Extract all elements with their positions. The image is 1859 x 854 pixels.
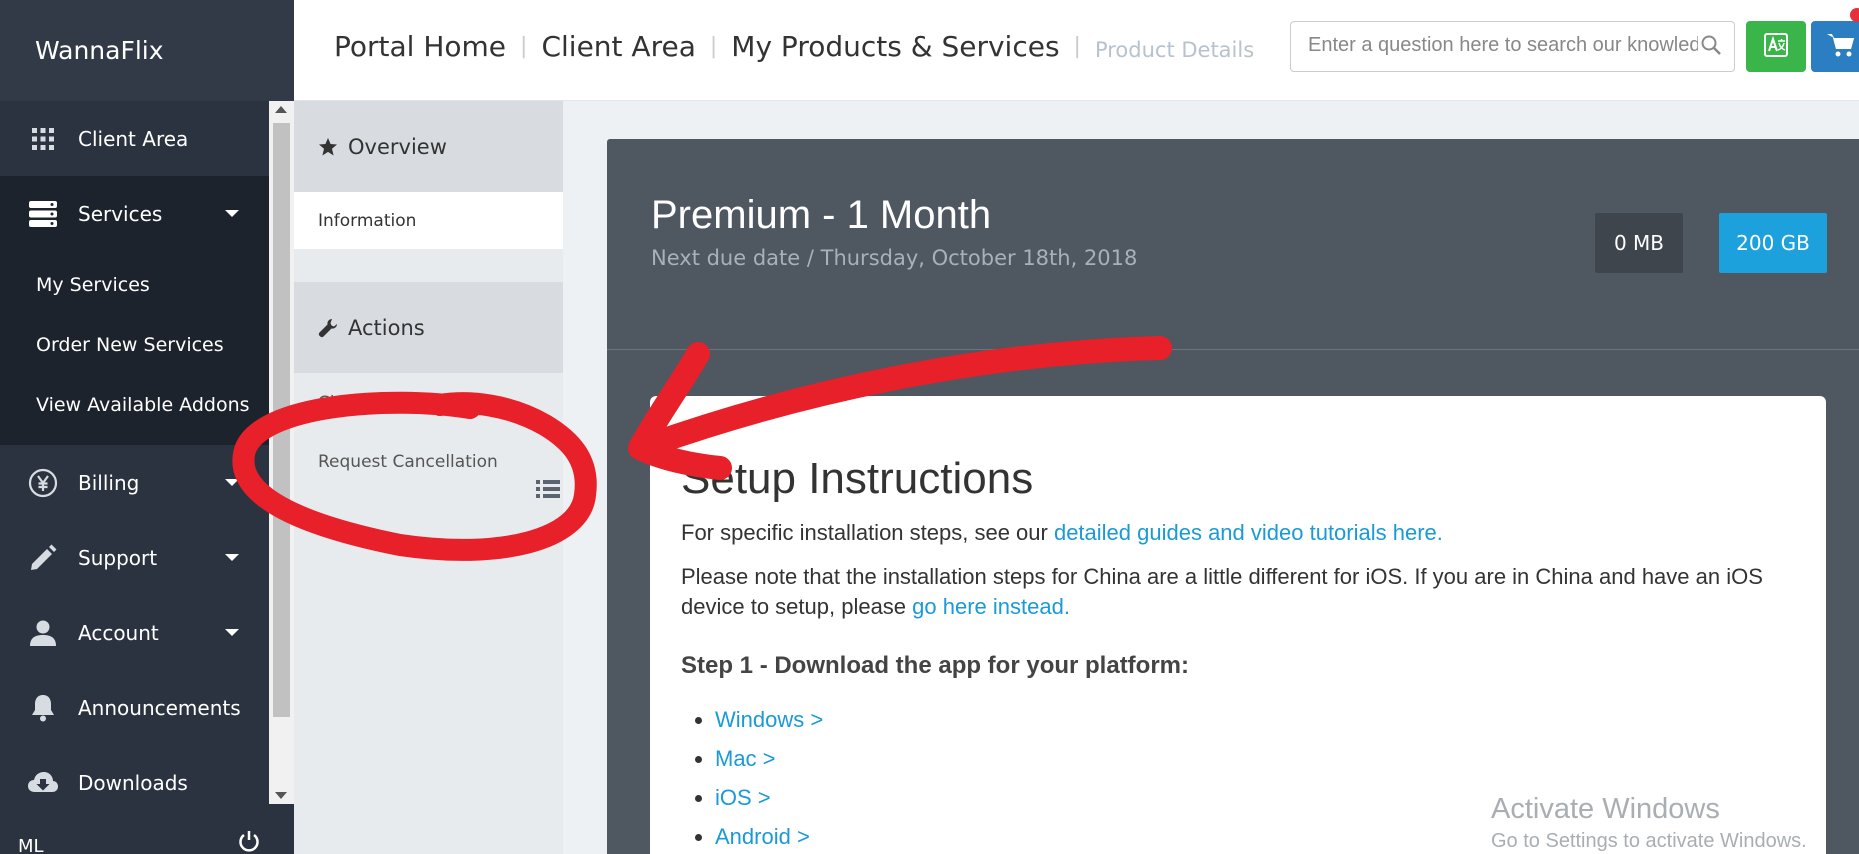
sidebar-item-services[interactable]: Services [0, 176, 269, 251]
user-bar: ML [0, 804, 294, 854]
panel-spacer [294, 249, 563, 282]
chevron-down-icon [225, 629, 239, 636]
action-request-cancellation[interactable]: Request Cancellation [294, 432, 563, 491]
sidebar-item-label: Downloads [78, 770, 188, 795]
overview-title: Overview [348, 134, 447, 159]
usage-badge: 0 MB [1595, 213, 1683, 273]
cloud-download-icon [22, 762, 64, 804]
user-icon [22, 612, 64, 654]
platform-link-windows[interactable]: Windows > [715, 707, 823, 732]
server-icon [22, 193, 64, 235]
chevron-down-icon [225, 554, 239, 561]
limit-badge: 200 GB [1719, 213, 1827, 273]
windows-activation-watermark: Activate Windows Go to Settings to activ… [1491, 793, 1807, 853]
platform-link-mac[interactable]: Mac > [715, 746, 776, 771]
scroll-up-arrow-icon[interactable] [275, 106, 287, 113]
sidebar-subitem-my-services[interactable]: My Services [0, 255, 269, 315]
search-icon[interactable] [1700, 34, 1722, 60]
list-item: Windows > [715, 700, 1826, 739]
sidebar-subitem-order-new-services[interactable]: Order New Services [0, 315, 269, 375]
wrench-icon [318, 318, 338, 338]
scroll-down-arrow-icon[interactable] [275, 792, 287, 799]
setup-instructions-card: Setup Instructions For specific installa… [650, 396, 1826, 854]
divider [607, 349, 1859, 350]
sidebar-item-announcements[interactable]: Announcements [0, 670, 269, 745]
chevron-down-icon [225, 479, 239, 486]
power-icon[interactable] [238, 830, 260, 854]
language-button[interactable] [1746, 21, 1806, 72]
platform-link-android[interactable]: Android > [715, 824, 810, 849]
sidebar-item-label: Account [78, 620, 159, 645]
list-item: Mac > [715, 739, 1826, 778]
grid-icon [22, 118, 64, 160]
sidebar-scrollbar[interactable] [269, 101, 294, 804]
overview-header: Overview [294, 101, 563, 192]
cart-badge [1850, 8, 1859, 22]
platform-link-ios[interactable]: iOS > [715, 785, 771, 810]
breadcrumb-client-area[interactable]: Client Area [541, 30, 695, 63]
sidebar-item-account[interactable]: Account [0, 595, 269, 670]
list-toggle-icon[interactable] [536, 479, 560, 503]
sidebar-nav: Client Area Services My Services Order N… [0, 101, 269, 804]
panel-item-information[interactable]: Information [294, 192, 563, 249]
product-title: Premium - 1 Month [651, 193, 992, 237]
yen-icon [22, 462, 64, 504]
user-initials[interactable]: ML [18, 836, 44, 854]
cart-button[interactable] [1811, 21, 1859, 72]
sidebar-item-client-area[interactable]: Client Area [0, 101, 269, 176]
sidebar-subitem-view-available-addons[interactable]: View Available Addons [0, 375, 269, 435]
sidebar-item-label: Services [78, 201, 163, 226]
setup-paragraph-1: For specific installation steps, see our… [681, 518, 1811, 548]
action-change-password[interactable]: Change Password [294, 373, 563, 432]
setup-p1-text: For specific installation steps, see our [681, 520, 1054, 545]
star-icon [318, 137, 338, 157]
knowledgebase-search [1290, 21, 1735, 72]
actions-header: Actions [294, 282, 563, 373]
services-submenu: My Services Order New Services View Avai… [0, 251, 269, 445]
breadcrumb-current: Product Details [1094, 37, 1255, 62]
setup-p2-text: Please note that the installation steps … [681, 564, 1763, 619]
sidebar: WannaFlix Client Area Services My Servic… [0, 0, 294, 854]
step-1-heading: Step 1 - Download the app for your platf… [681, 652, 1190, 679]
scroll-thumb[interactable] [273, 123, 290, 717]
breadcrumb-separator: | [1073, 34, 1081, 59]
actions-title: Actions [348, 315, 425, 340]
top-header: Portal Home | Client Area | My Products … [294, 0, 1859, 101]
translate-icon [1762, 31, 1790, 63]
breadcrumb-separator: | [520, 34, 528, 59]
sidebar-item-label: Support [78, 545, 158, 570]
watermark-line-2: Go to Settings to activate Windows. [1491, 830, 1807, 852]
setup-paragraph-2: Please note that the installation steps … [681, 562, 1811, 622]
brand-logo[interactable]: WannaFlix [0, 0, 294, 101]
breadcrumb-my-products[interactable]: My Products & Services [731, 30, 1059, 63]
next-due-date: Next due date / Thursday, October 18th, … [651, 246, 1138, 270]
sidebar-item-support[interactable]: Support [0, 520, 269, 595]
china-ios-link[interactable]: go here instead. [912, 594, 1070, 619]
search-input[interactable] [1308, 22, 1698, 69]
watermark-line-1: Activate Windows [1491, 793, 1720, 825]
sidebar-item-label: Client Area [78, 126, 189, 151]
cart-icon [1826, 32, 1856, 62]
sidebar-item-billing[interactable]: Billing [0, 445, 269, 520]
sidebar-item-downloads[interactable]: Downloads [0, 745, 269, 804]
pencil-icon [22, 537, 64, 579]
chevron-down-icon [225, 210, 239, 217]
breadcrumb: Portal Home | Client Area | My Products … [334, 30, 1254, 63]
sidebar-item-label: Billing [78, 470, 140, 495]
guides-link[interactable]: detailed guides and video tutorials here… [1054, 520, 1443, 545]
breadcrumb-portal-home[interactable]: Portal Home [334, 30, 506, 63]
product-side-panel: Overview Information Actions Change Pass… [294, 101, 563, 854]
setup-heading: Setup Instructions [681, 454, 1034, 503]
breadcrumb-separator: | [709, 34, 718, 59]
sidebar-item-label: Announcements [78, 695, 241, 720]
bell-icon [22, 687, 64, 729]
